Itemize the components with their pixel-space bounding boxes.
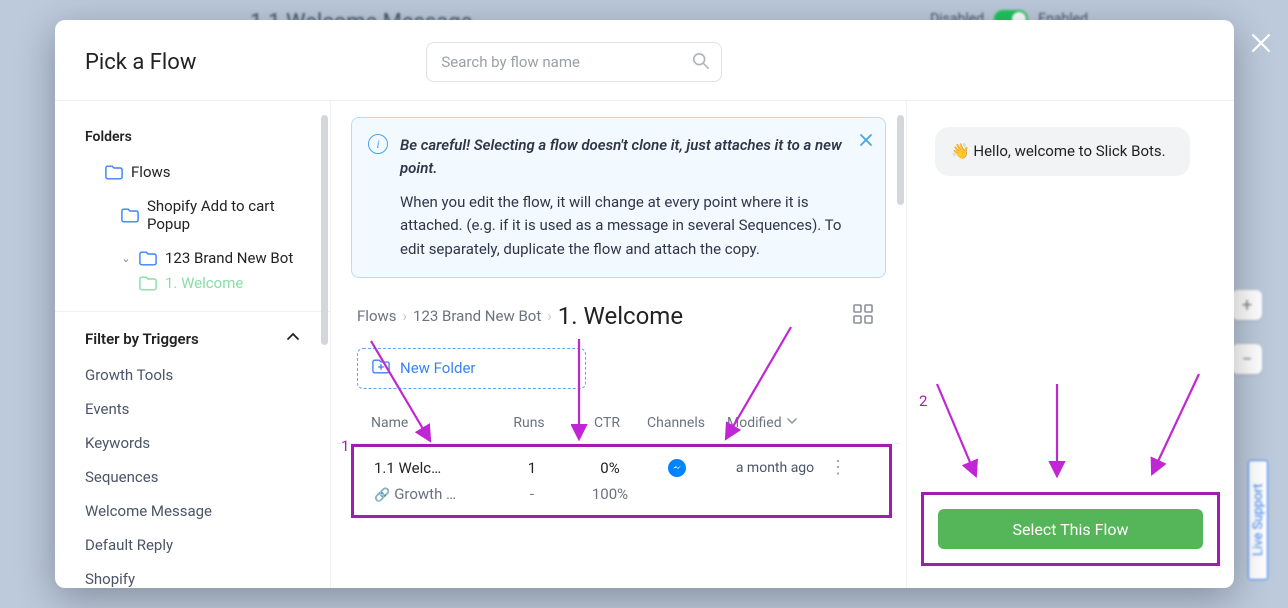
scrollbar[interactable] (897, 115, 904, 205)
trigger-growth-tools[interactable]: Growth Tools (85, 358, 300, 392)
scrollbar[interactable] (321, 115, 328, 345)
folders-heading: Folders (55, 121, 330, 155)
select-this-flow-button[interactable]: Select This Flow (938, 509, 1203, 549)
new-folder-icon (372, 359, 390, 378)
folder-label: Flows (131, 163, 171, 181)
folder-123-brand-new-bot[interactable]: ⌄ 123 Brand New Bot (75, 241, 320, 275)
flow-runs: 1 (494, 459, 570, 477)
close-icon[interactable] (1250, 32, 1272, 60)
trigger-shopify[interactable]: Shopify (85, 562, 300, 588)
grid-view-icon[interactable] (852, 303, 874, 329)
flow-list-panel: i Be careful! Selecting a flow doesn't c… (331, 101, 906, 588)
breadcrumb: Flows › 123 Brand New Bot › 1. Welcome (357, 302, 842, 330)
trigger-sequences[interactable]: Sequences (85, 460, 300, 494)
search-icon (692, 52, 710, 74)
pick-flow-modal: Pick a Flow Folders Flows (55, 20, 1234, 588)
zoom-out-button[interactable]: − (1232, 344, 1262, 374)
select-flow-highlight: Select This Flow (921, 492, 1220, 566)
col-modified[interactable]: Modified (727, 415, 817, 431)
flow-modified: a month ago (730, 460, 820, 476)
warning-note: i Be careful! Selecting a flow doesn't c… (351, 117, 886, 278)
folder-shopify-popup[interactable]: Shopify Add to cart Popup (75, 189, 320, 241)
annotation-number-2: 2 (919, 392, 927, 410)
close-note-button[interactable] (859, 132, 873, 151)
row-menu-button[interactable]: ⋮ (820, 465, 856, 471)
folder-icon (121, 208, 139, 222)
col-name[interactable]: Name (371, 415, 491, 431)
filter-triggers-toggle[interactable]: Filter by Triggers (55, 320, 330, 358)
chevron-down-icon: ⌄ (121, 252, 131, 265)
trigger-default-reply[interactable]: Default Reply (85, 528, 300, 562)
flow-sub-runs: - (494, 485, 570, 503)
crumb-current: 1. Welcome (558, 302, 683, 330)
folder-icon (105, 165, 123, 179)
crumb-flows[interactable]: Flows (357, 307, 397, 325)
annotation-number-1: 1 (341, 437, 349, 455)
chevron-right-icon: › (547, 307, 552, 325)
crumb-brand[interactable]: 123 Brand New Bot (413, 307, 541, 325)
live-support-tab[interactable]: Live Support (1248, 460, 1268, 580)
preview-message: 👋 Hello, welcome to Slick Bots. (935, 127, 1190, 176)
col-channels[interactable]: Channels (647, 415, 727, 431)
flow-ctr: 0% (570, 459, 650, 477)
sidebar: Folders Flows Shopify Add to cart Popup … (55, 101, 331, 588)
chevron-up-icon (286, 330, 300, 348)
zoom-in-button[interactable]: + (1232, 290, 1262, 320)
col-runs[interactable]: Runs (491, 415, 567, 431)
channel-messenger-icon (650, 459, 730, 477)
flow-name: 1.1 Welc… (374, 459, 494, 477)
col-ctr[interactable]: CTR (567, 415, 647, 431)
chevron-down-icon (786, 415, 798, 431)
new-folder-label: New Folder (400, 359, 475, 377)
folder-welcome[interactable]: 1. Welcome (75, 275, 320, 291)
folder-flows[interactable]: Flows (75, 155, 320, 189)
folder-icon (139, 276, 157, 290)
link-icon: 🔗 (374, 488, 390, 503)
info-icon: i (368, 134, 388, 154)
trigger-keywords[interactable]: Keywords (85, 426, 300, 460)
folder-label: 1. Welcome (165, 275, 243, 291)
note-body: When you edit the flow, it will change a… (400, 191, 845, 261)
folder-icon (139, 251, 157, 265)
flow-trigger-tag: 🔗Growth … (374, 485, 494, 503)
chevron-right-icon: › (403, 307, 408, 325)
preview-panel: 👋 Hello, welcome to Slick Bots. 2 Sele (906, 101, 1234, 588)
search-input[interactable] (426, 42, 722, 82)
trigger-events[interactable]: Events (85, 392, 300, 426)
folder-label: 123 Brand New Bot (165, 249, 293, 267)
table-header: Name Runs CTR Channels Modified (337, 405, 900, 444)
trigger-welcome-message[interactable]: Welcome Message (85, 494, 300, 528)
modal-title: Pick a Flow (85, 50, 196, 75)
new-folder-button[interactable]: New Folder (357, 348, 586, 389)
note-headline: Be careful! Selecting a flow doesn't clo… (400, 134, 845, 179)
folder-label: Shopify Add to cart Popup (147, 197, 310, 233)
table-row[interactable]: 1.1 Welc… 1 0% a month ago ⋮ 🔗Growth … -… (351, 444, 892, 518)
flow-sub-ctr: 100% (570, 485, 650, 503)
